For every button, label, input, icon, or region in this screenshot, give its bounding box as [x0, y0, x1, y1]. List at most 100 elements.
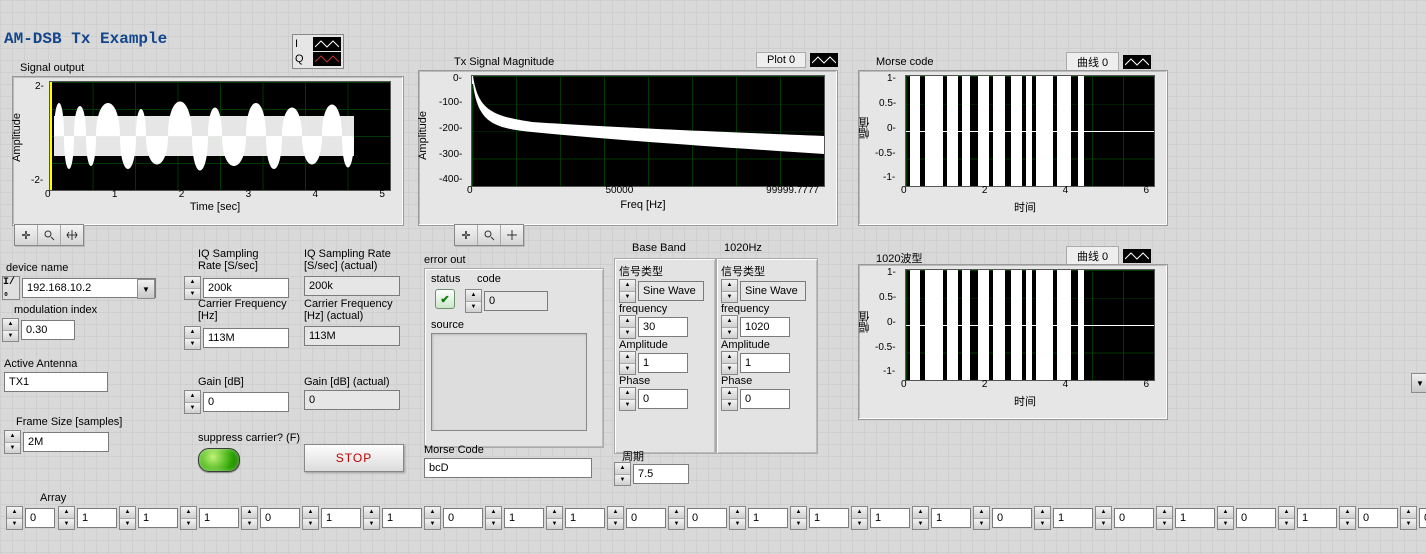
chevron-down-icon[interactable]: ▼	[137, 279, 155, 299]
pan-icon[interactable]	[501, 225, 523, 245]
array-cell-stepper[interactable]: ▲▼	[485, 506, 502, 530]
array-cell-input[interactable]	[687, 508, 727, 528]
chart-signal-output[interactable]: Amplitude 2- -2- 012345 Time [sec]	[12, 76, 404, 226]
array-cell-stepper[interactable]: ▲▼	[912, 506, 929, 530]
iq-rate-input[interactable]	[203, 278, 289, 298]
bb-amp-stepper[interactable]: ▲▼	[619, 351, 636, 375]
array-index-input[interactable]	[25, 508, 55, 528]
array-cell-input[interactable]	[199, 508, 239, 528]
array-cell-input[interactable]	[321, 508, 361, 528]
array-cell-input[interactable]	[1358, 508, 1398, 528]
legend-morse[interactable]: 曲线 0	[1066, 52, 1151, 72]
1020-amp-input[interactable]	[740, 353, 790, 373]
array-cell-stepper[interactable]: ▲▼	[1278, 506, 1295, 530]
array-cell-stepper[interactable]: ▲▼	[973, 506, 990, 530]
zoom-icon[interactable]	[38, 225, 61, 245]
array-index-stepper[interactable]: ▲▼	[6, 506, 23, 530]
legend-plot0-swatch[interactable]	[810, 53, 838, 67]
1020-phase-input[interactable]	[740, 389, 790, 409]
1020-phase-stepper[interactable]: ▲▼	[721, 387, 738, 411]
legend-q-swatch[interactable]	[313, 52, 341, 66]
array-cell-input[interactable]	[260, 508, 300, 528]
1020-amp-stepper[interactable]: ▲▼	[721, 351, 738, 375]
crosshair-icon[interactable]: ✛	[455, 225, 478, 245]
zoom-icon[interactable]	[478, 225, 501, 245]
bb-sigtype[interactable]: Sine Wave	[638, 281, 704, 301]
legend-i-swatch[interactable]	[313, 37, 341, 51]
array-cell-input[interactable]	[809, 508, 849, 528]
array-cell-input[interactable]	[626, 508, 666, 528]
frame-size-input[interactable]	[23, 432, 109, 452]
array-cell-stepper[interactable]: ▲▼	[851, 506, 868, 530]
bb-sigtype-stepper[interactable]: ▲▼	[619, 279, 636, 303]
array-cell-input[interactable]	[1114, 508, 1154, 528]
array-cell-input[interactable]	[1419, 508, 1426, 528]
chart-morse[interactable]: 幅值 1- 0.5- 0- -0.5- -1- 0246 时间	[858, 70, 1168, 226]
bb-phase-stepper[interactable]: ▲▼	[619, 387, 636, 411]
array-cell-stepper[interactable]: ▲▼	[1034, 506, 1051, 530]
array-cell-input[interactable]	[748, 508, 788, 528]
device-name-input[interactable]	[22, 278, 156, 298]
array-cell-input[interactable]	[992, 508, 1032, 528]
crosshair-icon[interactable]: ✛	[15, 225, 38, 245]
period-stepper[interactable]: ▲▼	[614, 462, 631, 486]
array-cell-stepper[interactable]: ▲▼	[1339, 506, 1356, 530]
array-cell-stepper[interactable]: ▲▼	[424, 506, 441, 530]
array-cell-stepper[interactable]: ▲▼	[119, 506, 136, 530]
pan-icon[interactable]	[61, 225, 83, 245]
chart-tx-magnitude[interactable]: Amplitude 0- -100- -200- -300- -400- 050…	[418, 70, 838, 226]
active-antenna-input[interactable]	[4, 372, 108, 392]
array-cell-input[interactable]	[1297, 508, 1337, 528]
array-cell-stepper[interactable]: ▲▼	[546, 506, 563, 530]
array-cell-stepper[interactable]: ▲▼	[729, 506, 746, 530]
array-cell-input[interactable]	[565, 508, 605, 528]
array-cell-stepper[interactable]: ▲▼	[1217, 506, 1234, 530]
legend-plot0[interactable]: Plot 0	[756, 52, 838, 68]
code-stepper[interactable]: ▲▼	[465, 289, 482, 313]
1020-sigtype-stepper[interactable]: ▲▼	[721, 279, 738, 303]
1020-freq-input[interactable]	[740, 317, 790, 337]
array-cell-stepper[interactable]: ▲▼	[1400, 506, 1417, 530]
legend-1020-swatch[interactable]	[1123, 249, 1151, 263]
array-cell-input[interactable]	[504, 508, 544, 528]
bb-freq-input[interactable]	[638, 317, 688, 337]
bb-freq-stepper[interactable]: ▲▼	[619, 315, 636, 339]
array-cell-input[interactable]	[870, 508, 910, 528]
morse-code-input[interactable]	[424, 458, 592, 478]
mod-index-input[interactable]	[21, 320, 75, 340]
array-cell-input[interactable]	[443, 508, 483, 528]
stop-button[interactable]: STOP	[304, 444, 404, 472]
bb-amp-input[interactable]	[638, 353, 688, 373]
chevron-down-icon[interactable]: ▼	[1411, 373, 1426, 393]
array-cell-stepper[interactable]: ▲▼	[790, 506, 807, 530]
array-cell-stepper[interactable]: ▲▼	[607, 506, 624, 530]
frame-size-stepper[interactable]: ▲▼	[4, 430, 21, 454]
gain-input[interactable]	[203, 392, 289, 412]
carrier-input[interactable]	[203, 328, 289, 348]
legend-morse-swatch[interactable]	[1123, 55, 1151, 69]
array-cell-input[interactable]	[77, 508, 117, 528]
array-cell-stepper[interactable]: ▲▼	[668, 506, 685, 530]
array-cell-input[interactable]	[1236, 508, 1276, 528]
array-cell-stepper[interactable]: ▲▼	[241, 506, 258, 530]
graph-palette-2[interactable]: ✛	[454, 224, 524, 246]
array-cell-stepper[interactable]: ▲▼	[180, 506, 197, 530]
array-cell-input[interactable]	[382, 508, 422, 528]
bb-phase-input[interactable]	[638, 389, 688, 409]
1020-sigtype[interactable]: Sine Wave	[740, 281, 806, 301]
period-input[interactable]	[633, 464, 689, 484]
array-cell-stepper[interactable]: ▲▼	[363, 506, 380, 530]
io-resource-icon[interactable]: I/₀	[2, 276, 20, 300]
mod-index-stepper[interactable]: ▲▼	[2, 318, 19, 342]
suppress-carrier-toggle[interactable]	[198, 448, 240, 472]
array-cell-input[interactable]	[138, 508, 178, 528]
legend-1020[interactable]: 曲线 0	[1066, 246, 1151, 266]
array-cell-stepper[interactable]: ▲▼	[302, 506, 319, 530]
array-cell-input[interactable]	[1175, 508, 1215, 528]
array-cell-stepper[interactable]: ▲▼	[1156, 506, 1173, 530]
gain-stepper[interactable]: ▲▼	[184, 390, 201, 414]
array-cell-input[interactable]	[1053, 508, 1093, 528]
array-cell-stepper[interactable]: ▲▼	[58, 506, 75, 530]
iq-rate-stepper[interactable]: ▲▼	[184, 276, 201, 300]
chart-1020[interactable]: 幅值 1- 0.5- 0- -0.5- -1- 0246 时间	[858, 264, 1168, 420]
